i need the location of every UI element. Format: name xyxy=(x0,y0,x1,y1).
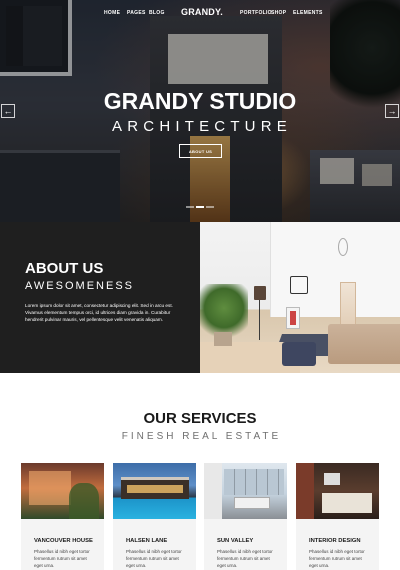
about-section: ABOUT US AWESOMENESS Lorem ipsum dolor s… xyxy=(0,222,200,373)
service-title: HALSEN LANE xyxy=(126,538,168,544)
hero-subtitle: ARCHITECTURE xyxy=(112,118,292,135)
about-subtitle: AWESOMENESS xyxy=(25,280,134,292)
service-image xyxy=(113,463,196,519)
slider-dot-active[interactable] xyxy=(196,206,204,208)
service-card-sun-valley[interactable]: SUN VALLEY Phasellus id nibh eget tortor… xyxy=(204,463,287,570)
service-text: Phasellus id nibh eget tortor fermentum … xyxy=(309,549,365,568)
service-text: Phasellus id nibh eget tortor fermentum … xyxy=(34,549,90,568)
service-title: INTERIOR DESIGN xyxy=(309,538,361,544)
slider-dot[interactable] xyxy=(186,206,194,208)
wall-art xyxy=(290,276,308,294)
service-title: VANCOUVER HOUSE xyxy=(34,538,93,544)
service-card-halsen-lane[interactable]: HALSEN LANE Phasellus id nibh eget torto… xyxy=(113,463,196,570)
about-text: Lorem ipsum dolor sit amet, consectetur … xyxy=(25,303,173,322)
room-door xyxy=(340,282,356,326)
service-text: Phasellus id nibh eget tortor fermentum … xyxy=(126,549,182,568)
slider-dots xyxy=(186,206,214,209)
service-card-vancouver-house[interactable]: VANCOUVER HOUSE Phasellus id nibh eget t… xyxy=(21,463,104,570)
service-title: SUN VALLEY xyxy=(217,538,254,544)
top-nav: HOME PAGES BLOG GRANDY. PORTFOLIO SHOP E… xyxy=(0,0,400,26)
service-image xyxy=(21,463,104,519)
services-subtitle: FINESH REAL ESTATE xyxy=(121,431,282,442)
service-text: Phasellus id nibh eget tortor fermentum … xyxy=(217,549,273,568)
about-us-button[interactable]: ABOUT US xyxy=(179,144,222,158)
nav-elements[interactable]: ELEMENTS xyxy=(293,10,323,16)
nav-shop[interactable]: SHOP xyxy=(271,10,286,16)
nav-pages[interactable]: PAGES xyxy=(127,10,146,16)
bed xyxy=(328,324,400,364)
about-title: ABOUT US xyxy=(25,260,104,277)
service-image xyxy=(296,463,379,519)
about-interior-image xyxy=(200,222,400,373)
brand-logo[interactable]: GRANDY. xyxy=(181,7,223,17)
nav-portfolio[interactable]: PORTFOLIO xyxy=(240,10,272,16)
nav-home[interactable]: HOME xyxy=(104,10,120,16)
chair xyxy=(282,342,316,366)
pendant-lamp xyxy=(338,238,348,256)
hero-section: HOME PAGES BLOG GRANDY. PORTFOLIO SHOP E… xyxy=(0,0,400,222)
floor-lamp xyxy=(254,286,266,300)
service-image xyxy=(204,463,287,519)
nav-blog[interactable]: BLOG xyxy=(149,10,165,16)
services-title: OUR SERVICES xyxy=(143,410,257,427)
service-card-interior-design[interactable]: INTERIOR DESIGN Phasellus id nibh eget t… xyxy=(296,463,379,570)
wall-frame xyxy=(286,307,300,329)
hero-title: GRANDY STUDIO xyxy=(103,88,297,114)
slider-dot[interactable] xyxy=(206,206,214,208)
